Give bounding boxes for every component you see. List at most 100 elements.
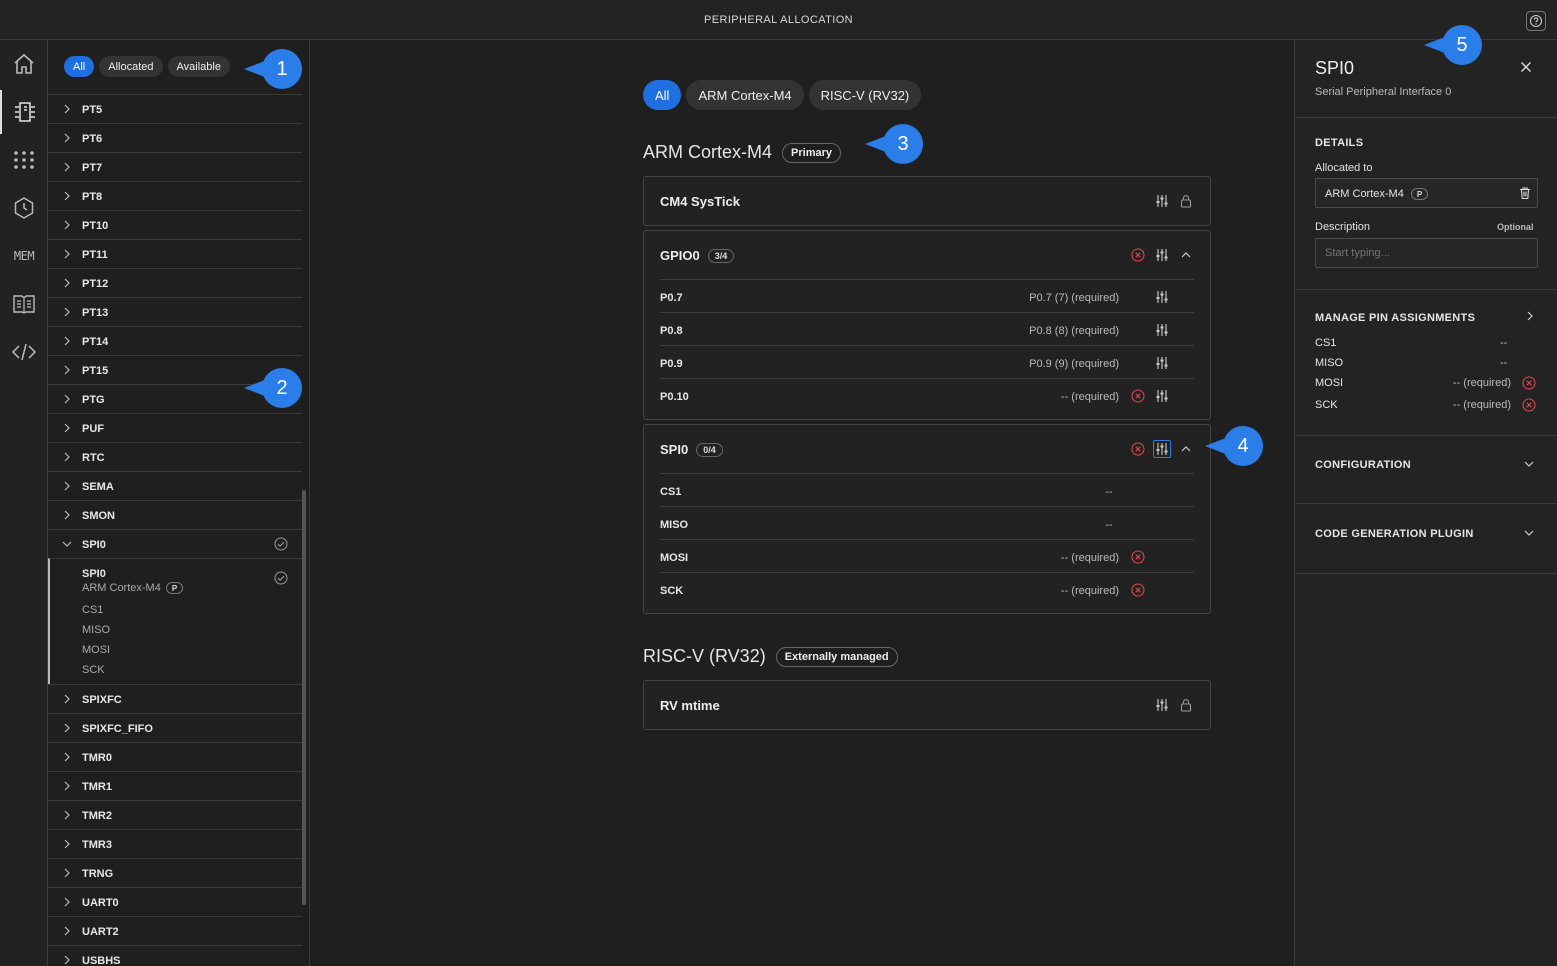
filter-available-chip[interactable]: Available [167,56,230,77]
peripheral-row[interactable]: PT5 [48,94,302,123]
trash-icon[interactable] [1518,186,1532,200]
home-icon[interactable] [0,42,48,86]
chevron-up-icon[interactable] [1178,247,1194,263]
manage-pins-header[interactable]: MANAGE PIN ASSIGNMENTS [1315,312,1475,324]
peripheral-row[interactable]: PT8 [48,181,302,210]
sub-pin-sck[interactable]: SCK [82,664,105,676]
chevron-right-icon[interactable] [62,365,72,375]
chevron-right-icon[interactable] [62,307,72,317]
peripheral-row[interactable]: UART2 [48,916,302,945]
pins-icon[interactable] [0,138,48,182]
peripheral-row[interactable]: SPIXFC_FIFO [48,713,302,742]
callout-marker: 5 [1424,25,1482,65]
chevron-right-icon[interactable] [62,955,72,965]
chevron-right-icon[interactable] [62,694,72,704]
peripheral-row[interactable]: PT7 [48,152,302,181]
peripheral-row[interactable]: SPIXFC [48,684,302,713]
chevron-right-icon[interactable] [62,810,72,820]
settings-sliders-icon[interactable] [1154,322,1170,338]
core-filter-riscv-chip[interactable]: RISC-V (RV32) [808,80,922,110]
chevron-right-icon[interactable] [62,336,72,346]
memory-icon[interactable]: MEM [0,234,48,278]
settings-sliders-icon[interactable] [1154,193,1170,209]
core-filter-all-chip[interactable]: All [643,80,682,110]
settings-sliders-icon[interactable] [1154,289,1170,305]
settings-sliders-icon[interactable] [1154,388,1170,404]
settings-sliders-icon[interactable] [1153,440,1171,458]
chevron-right-icon[interactable] [62,423,72,433]
chevron-down-icon[interactable] [1523,458,1535,470]
allocated-to-field[interactable]: ARM Cortex-M4 P [1315,178,1538,208]
chevron-right-icon[interactable] [62,220,72,230]
chevron-right-icon[interactable] [62,926,72,936]
settings-sliders-icon[interactable] [1154,355,1170,371]
chevron-down-icon[interactable] [62,539,72,549]
detail-subtitle: Serial Peripheral Interface 0 [1315,86,1452,98]
close-icon[interactable] [1518,59,1534,75]
peripheral-row[interactable]: PT11 [48,239,302,268]
peripheral-row[interactable]: RTC [48,442,302,471]
peripheral-row[interactable]: TMR2 [48,800,302,829]
settings-sliders-icon[interactable] [1154,247,1170,263]
list-scrollbar[interactable] [302,490,306,905]
peripheral-row[interactable]: TMR1 [48,771,302,800]
peripheral-row[interactable]: PT13 [48,297,302,326]
chevron-right-icon[interactable] [62,510,72,520]
filter-allocated-chip[interactable]: Allocated [99,56,163,77]
help-icon[interactable] [1526,11,1546,31]
filter-all-chip[interactable]: All [64,56,95,77]
pin-name: P0.10 [660,391,689,403]
chevron-right-icon[interactable] [62,868,72,878]
peripheral-row[interactable]: PT6 [48,123,302,152]
chevron-up-icon[interactable] [1178,441,1194,457]
chevron-down-icon[interactable] [1523,527,1535,539]
chevron-right-icon[interactable] [62,104,72,114]
configuration-header[interactable]: CONFIGURATION [1315,459,1411,471]
sub-pin-cs1[interactable]: CS1 [82,604,103,616]
peripheral-row[interactable]: TRNG [48,858,302,887]
sub-pin-mosi[interactable]: MOSI [82,644,110,656]
chevron-right-icon[interactable] [62,191,72,201]
peripheral-label: SPIXFC [82,694,122,706]
rv-mtime-card[interactable]: RV mtime [643,680,1211,730]
allocation-name[interactable]: SPI0 [82,568,106,580]
code-icon[interactable] [0,330,48,374]
peripheral-row[interactable]: PT14 [48,326,302,355]
peripheral-row-spi0[interactable]: SPI0 [48,529,302,558]
chevron-right-icon[interactable] [62,839,72,849]
peripherals-icon[interactable] [0,90,48,134]
description-input[interactable] [1315,238,1538,268]
peripheral-row[interactable]: PT10 [48,210,302,239]
chevron-right-icon[interactable] [62,278,72,288]
settings-sliders-icon[interactable] [1154,697,1170,713]
primary-tag: Primary [782,142,841,163]
docs-icon[interactable] [0,282,48,326]
chevron-right-icon[interactable] [62,752,72,762]
divider [1295,573,1557,574]
chevron-right-icon[interactable] [62,162,72,172]
allocation-main: All ARM Cortex-M4 RISC-V (RV32) ARM Cort… [310,40,1294,966]
divider [1295,289,1557,290]
peripheral-row[interactable]: TMR3 [48,829,302,858]
peripheral-row[interactable]: SEMA [48,471,302,500]
peripheral-row[interactable]: USBHS [48,945,302,966]
chevron-right-icon[interactable] [62,249,72,259]
peripheral-row[interactable]: TMR0 [48,742,302,771]
clock-icon[interactable] [0,186,48,230]
chevron-right-icon[interactable] [62,897,72,907]
peripheral-row[interactable]: PT12 [48,268,302,297]
sub-pin-miso[interactable]: MISO [82,624,110,636]
peripheral-row[interactable]: SMON [48,500,302,529]
peripheral-row[interactable]: PUF [48,413,302,442]
systick-card[interactable]: CM4 SysTick [643,176,1211,226]
peripheral-row[interactable]: UART0 [48,887,302,916]
chevron-right-icon[interactable] [1524,310,1536,322]
chevron-right-icon[interactable] [62,394,72,404]
chevron-right-icon[interactable] [62,781,72,791]
chevron-right-icon[interactable] [62,723,72,733]
codegen-header[interactable]: CODE GENERATION PLUGIN [1315,528,1474,540]
core-filter-arm-chip[interactable]: ARM Cortex-M4 [686,80,804,110]
chevron-right-icon[interactable] [62,481,72,491]
chevron-right-icon[interactable] [62,133,72,143]
chevron-right-icon[interactable] [62,452,72,462]
